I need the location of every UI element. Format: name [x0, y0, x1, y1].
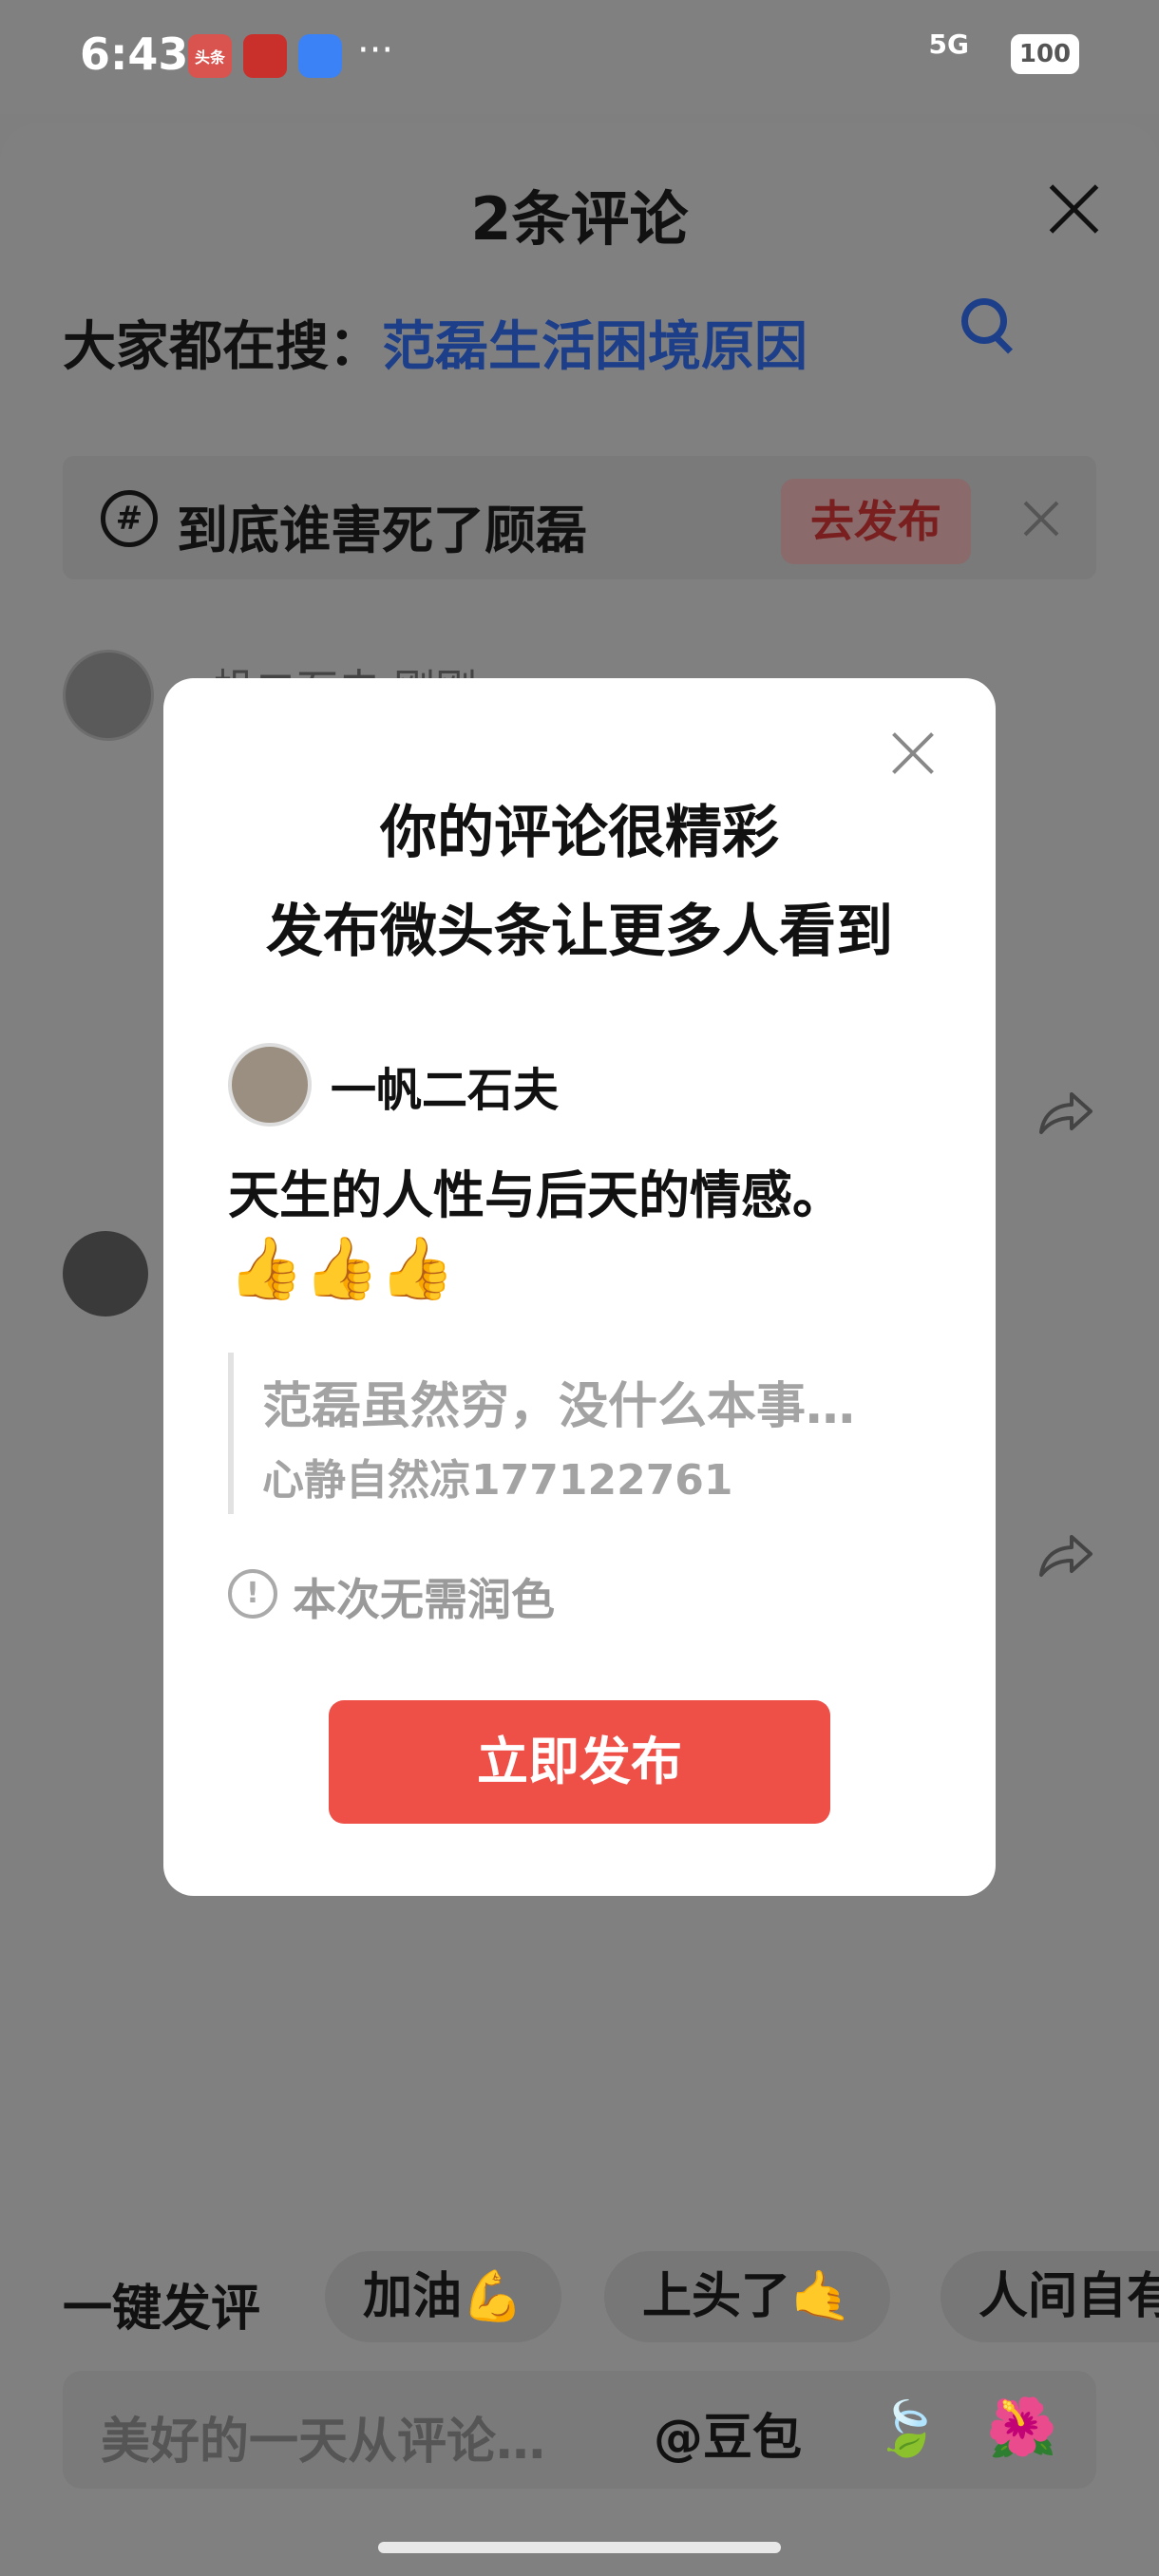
toutiao-app-icon: 头条	[188, 34, 232, 78]
quick-chip[interactable]: 上头了🤙	[604, 2251, 890, 2342]
avatar	[228, 1043, 312, 1127]
topic-text: 到底谁害死了顾磊	[177, 501, 587, 560]
quoted-comment: 范磊虽然穷，没什么本事… 心静自然凉177122761	[228, 1353, 937, 1514]
status-time: 6:43	[80, 28, 189, 80]
share-icon[interactable]	[1037, 1089, 1094, 1136]
modal-heading: 你的评论很精彩	[380, 800, 779, 866]
app-icon-red	[243, 34, 287, 78]
flower-emoji-icon[interactable]: 🌺	[986, 2394, 1057, 2461]
search-term-link[interactable]: 范磊生活困境原因	[382, 316, 808, 378]
modal-subheading: 发布微头条让更多人看到	[266, 899, 893, 965]
publish-now-button[interactable]: 立即发布	[329, 1700, 830, 1824]
battery-icon: 100	[1011, 34, 1079, 74]
status-bar: 6:43 头条 ··· 5G 100	[0, 0, 1159, 114]
trending-search[interactable]: 大家都在搜：范磊生活困境原因	[63, 304, 808, 381]
topic-close-icon[interactable]	[1022, 500, 1060, 538]
modal-comment-text: 天生的人性与后天的情感。	[228, 1165, 844, 1225]
at-doubao-button[interactable]: @豆包	[654, 2397, 802, 2469]
leaf-emoji-icon[interactable]: 🍃	[874, 2397, 940, 2460]
avatar[interactable]	[63, 650, 154, 741]
sheet-title: 2条评论	[470, 184, 689, 254]
search-icon[interactable]	[961, 298, 1007, 344]
search-prefix: 大家都在搜：	[63, 316, 382, 378]
comment-input[interactable]: 美好的一天从评论… @豆包 🍃 🌺	[63, 2371, 1096, 2489]
comment-input-placeholder: 美好的一天从评论…	[101, 2414, 546, 2471]
close-icon[interactable]	[891, 731, 935, 775]
avatar[interactable]	[63, 1231, 148, 1316]
info-icon: !	[228, 1569, 277, 1619]
quick-chip[interactable]: 人间自有	[940, 2251, 1159, 2342]
share-icon[interactable]	[1037, 1531, 1094, 1579]
signal-icon: 5G	[928, 28, 969, 60]
home-indicator[interactable]	[378, 2542, 781, 2553]
polish-info-text: 本次无需润色	[293, 1574, 555, 1625]
modal-username: 一帆二石夫	[331, 1064, 560, 1117]
thumbs-up-icon: 👍👍👍	[228, 1234, 456, 1304]
topic-bar[interactable]: # 到底谁害死了顾磊 去发布	[63, 456, 1096, 579]
quick-comment-label: 一键发评	[63, 2281, 261, 2338]
more-notifications-icon: ···	[357, 28, 394, 72]
quick-chip[interactable]: 加油💪	[325, 2251, 561, 2342]
quote-source: 心静自然凉177122761	[262, 1456, 733, 1505]
topic-publish-button[interactable]: 去发布	[781, 479, 971, 564]
app-icon-blue	[298, 34, 342, 78]
quote-text: 范磊虽然穷，没什么本事…	[262, 1378, 856, 1435]
publish-modal: 你的评论很精彩 发布微头条让更多人看到 一帆二石夫 天生的人性与后天的情感。 👍…	[163, 678, 996, 1896]
close-sheet-icon[interactable]	[1045, 180, 1102, 237]
hashtag-icon: #	[101, 490, 158, 547]
